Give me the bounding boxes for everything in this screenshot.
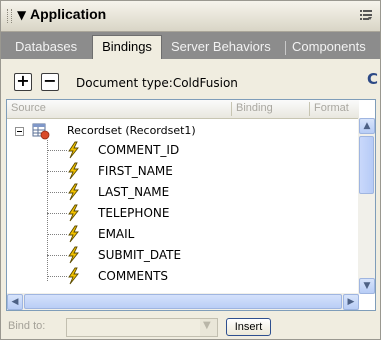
server-model-icon[interactable]: C — [367, 70, 378, 88]
recordset-icon — [32, 123, 50, 140]
remove-binding-button[interactable]: − — [41, 71, 59, 91]
tree-connector — [47, 276, 67, 277]
drag-grip-icon[interactable] — [7, 9, 12, 23]
field-bolt-icon — [68, 162, 79, 180]
bindings-tree[interactable]: Source Binding Format Recordset (Records… — [6, 99, 376, 311]
column-binding[interactable]: Binding — [236, 102, 273, 114]
field-item[interactable]: SUBMIT_DATE — [98, 245, 181, 265]
field-bolt-icon — [68, 141, 79, 159]
application-panel: ▼ Application Databases Bindings Server … — [0, 0, 381, 340]
document-type-label: Document type:ColdFusion — [76, 76, 238, 90]
field-bolt-icon — [68, 267, 79, 285]
plus-icon: + — [16, 71, 30, 90]
field-item[interactable]: FIRST_NAME — [98, 161, 173, 181]
tree-connector — [47, 213, 67, 214]
bind-to-label: Bind to: — [8, 320, 46, 332]
minus-icon: − — [43, 71, 57, 90]
scroll-up-button[interactable]: ▲ — [359, 118, 375, 134]
tree-connector — [47, 192, 67, 193]
field-item[interactable]: COMMENTS — [98, 266, 168, 286]
field-item[interactable]: LAST_NAME — [98, 182, 169, 202]
options-menu-icon[interactable] — [360, 9, 372, 21]
scroll-left-button[interactable]: ◀ — [7, 294, 23, 310]
tab-components[interactable]: Components — [292, 36, 366, 59]
insert-button[interactable]: Insert — [226, 318, 271, 336]
tree-connector — [47, 150, 67, 151]
bindings-toolbar: + − Document type:ColdFusion C — [1, 59, 380, 97]
left-arrow-icon: ◀ — [11, 297, 19, 307]
bind-bar: Bind to: ▼ Insert — [1, 313, 380, 339]
collapse-toggle-icon[interactable] — [15, 127, 24, 136]
horizontal-scrollbar[interactable]: ◀ ▶ — [7, 293, 359, 310]
add-binding-button[interactable]: + — [14, 71, 32, 91]
tab-bindings[interactable]: Bindings — [92, 35, 162, 59]
field-item[interactable]: EMAIL — [98, 224, 134, 244]
panel-tabs: Databases Bindings Server Behaviors Comp… — [1, 32, 380, 59]
vertical-scrollbar[interactable]: ▲ ▼ — [358, 118, 375, 294]
tree-connector — [47, 255, 67, 256]
right-arrow-icon: ▶ — [347, 297, 355, 307]
column-source[interactable]: Source — [11, 102, 46, 114]
column-divider — [231, 102, 232, 116]
down-arrow-icon: ▼ — [363, 281, 371, 291]
field-bolt-icon — [68, 183, 79, 201]
scroll-right-button[interactable]: ▶ — [343, 294, 359, 310]
recordset-node[interactable]: Recordset (Recordset1) — [67, 121, 196, 141]
up-arrow-icon: ▲ — [363, 121, 371, 131]
tree-connector — [47, 140, 48, 281]
tab-databases[interactable]: Databases — [15, 36, 77, 59]
tab-server-behaviors[interactable]: Server Behaviors — [171, 36, 271, 59]
collapse-arrow-icon[interactable]: ▼ — [17, 8, 26, 22]
bind-to-dropdown-button[interactable]: ▼ — [200, 319, 217, 336]
panel-titlebar[interactable]: ▼ Application — [1, 1, 380, 32]
tab-separator — [285, 41, 286, 55]
field-bolt-icon — [68, 225, 79, 243]
field-item[interactable]: TELEPHONE — [98, 203, 169, 223]
tree-connector — [47, 234, 67, 235]
column-divider — [309, 102, 310, 116]
field-item[interactable]: COMMENT_ID — [98, 140, 179, 160]
tree-connector — [47, 171, 67, 172]
panel-title[interactable]: Application — [30, 6, 106, 22]
horizontal-scroll-thumb[interactable] — [24, 294, 342, 309]
column-format[interactable]: Format — [314, 102, 349, 114]
field-bolt-icon — [68, 246, 79, 264]
chevron-down-icon: ▼ — [203, 320, 211, 331]
column-header: Source Binding Format — [7, 100, 359, 119]
vertical-scroll-thumb[interactable] — [359, 136, 374, 194]
scroll-down-button[interactable]: ▼ — [359, 278, 375, 294]
bind-to-select[interactable]: ▼ — [66, 318, 218, 337]
field-bolt-icon — [68, 204, 79, 222]
